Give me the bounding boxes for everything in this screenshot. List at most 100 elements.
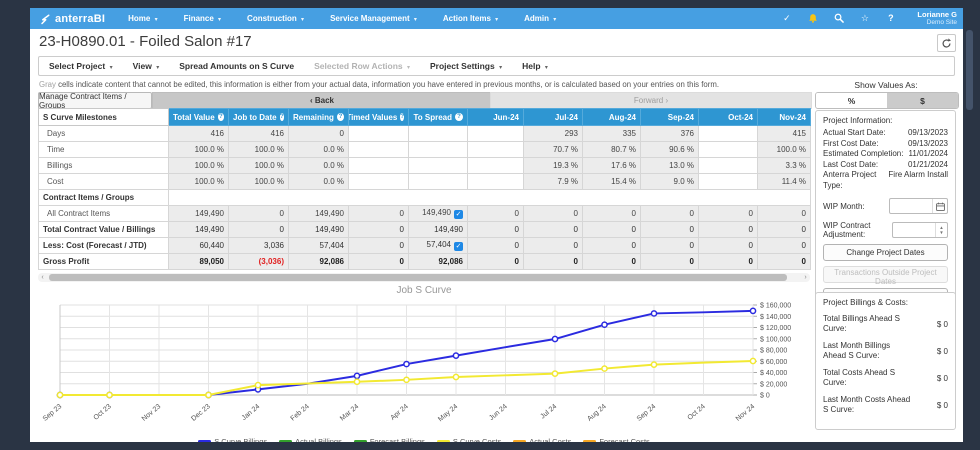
data-point-s-curve-costs[interactable] xyxy=(353,378,361,386)
scroll-left-arrow-icon[interactable]: ‹ xyxy=(38,273,47,282)
data-point-s-curve-billings[interactable] xyxy=(650,310,658,317)
cell-value: 57,404 xyxy=(319,241,344,250)
search-icon[interactable] xyxy=(833,13,844,24)
refresh-button[interactable] xyxy=(937,34,956,52)
table-cell-timed-values[interactable] xyxy=(348,125,409,142)
column-header-aug-24: Aug-24 xyxy=(582,108,641,126)
menubar-item-view[interactable]: View ▾ xyxy=(123,61,170,71)
legend-item-s-curve-costs[interactable]: S Curve Costs xyxy=(436,437,501,442)
cell-value: 0 xyxy=(514,225,519,234)
table-cell-timed-values[interactable] xyxy=(348,157,409,174)
menubar-item-project-settings[interactable]: Project Settings ▾ xyxy=(420,61,512,71)
data-point-s-curve-costs[interactable] xyxy=(551,370,559,377)
wip-adjustment-input[interactable] xyxy=(893,224,935,236)
legend-item-s-curve-billings[interactable]: S Curve Billings xyxy=(198,437,267,442)
data-point-s-curve-costs[interactable] xyxy=(452,373,460,381)
tasks-check-icon[interactable]: ✓ xyxy=(781,13,792,24)
to-spread-checkbox[interactable]: ✓ xyxy=(454,210,463,219)
user-menu[interactable]: Lorianne G Demo Site xyxy=(911,10,957,26)
data-point-s-curve-billings[interactable] xyxy=(749,307,757,315)
table-cell-timed-values[interactable] xyxy=(348,141,409,158)
cell-value: 7.9 % xyxy=(557,177,578,186)
help-circle-icon[interactable]: ? xyxy=(336,113,344,121)
table-cell-jun-24[interactable] xyxy=(467,157,524,174)
data-point-s-curve-billings[interactable] xyxy=(601,321,608,329)
menubar-item-help[interactable]: Help ▾ xyxy=(512,61,558,71)
cell-value: 149,490 xyxy=(422,208,451,217)
nav-menu-finance[interactable]: Finance ▾ xyxy=(171,14,234,23)
scrollbar-thumb[interactable] xyxy=(49,274,787,281)
percent-toggle-button[interactable]: % xyxy=(816,93,887,108)
data-point-s-curve-costs[interactable] xyxy=(56,391,64,399)
data-point-s-curve-billings[interactable] xyxy=(551,335,559,343)
scroll-right-arrow-icon[interactable]: › xyxy=(801,273,810,282)
nav-menu-service-management[interactable]: Service Management ▾ xyxy=(317,14,430,23)
data-point-s-curve-costs[interactable] xyxy=(749,357,757,365)
table-cell-oct-24[interactable] xyxy=(698,125,758,142)
data-point-s-curve-billings[interactable] xyxy=(452,352,460,359)
help-icon[interactable]: ? xyxy=(885,13,896,24)
field-value: 09/13/2023 xyxy=(907,138,948,148)
table-cell-sep-24: 0 xyxy=(640,237,699,254)
chevron-down-icon: ▾ xyxy=(553,17,557,23)
stepper-down-icon[interactable]: ▼ xyxy=(936,230,947,235)
data-point-s-curve-billings[interactable] xyxy=(353,372,361,380)
table-cell-jun-24[interactable] xyxy=(467,141,524,158)
legend-swatch xyxy=(513,440,527,442)
table-cell-job-to-date: 3,036 xyxy=(228,237,289,254)
data-point-s-curve-costs[interactable] xyxy=(106,391,113,399)
x-axis-tick-label: Sep 24 xyxy=(636,403,658,423)
help-circle-icon[interactable]: ? xyxy=(279,113,284,121)
table-cell-timed-values[interactable] xyxy=(348,173,409,190)
help-circle-icon[interactable]: ? xyxy=(217,113,224,121)
legend-item-actual-costs[interactable]: Actual Costs xyxy=(513,437,571,442)
brand-logo[interactable]: anterraBI xyxy=(30,13,115,25)
nav-menu-home[interactable]: Home ▾ xyxy=(115,14,170,23)
x-axis-tick-label: Aug 24 xyxy=(586,403,608,423)
data-point-s-curve-costs[interactable] xyxy=(601,365,608,372)
table-cell-oct-24[interactable] xyxy=(698,173,758,190)
legend-swatch xyxy=(436,440,450,442)
project-billings-costs-panel: Project Billings & Costs: Total Billings… xyxy=(815,292,956,430)
field-label: Last Cost Date: xyxy=(823,159,879,169)
data-point-s-curve-costs[interactable] xyxy=(254,381,262,389)
table-cell-to-spread[interactable] xyxy=(408,141,468,158)
table-cell-jun-24[interactable] xyxy=(467,173,524,190)
legend-item-actual-billings[interactable]: Actual Billings xyxy=(279,437,342,442)
table-cell-oct-24[interactable] xyxy=(698,157,758,174)
show-values-label: Show Values As: xyxy=(854,80,918,90)
table-cell-nov-24: 3.3 % xyxy=(757,157,811,174)
nav-menu-admin[interactable]: Admin ▾ xyxy=(511,14,569,23)
notifications-bell-icon[interactable] xyxy=(807,13,818,24)
data-point-s-curve-costs[interactable] xyxy=(650,361,658,368)
legend-item-forecast-billings[interactable]: Forecast Billings xyxy=(353,437,425,442)
menubar-item-spread-amounts-on-s-curve[interactable]: Spread Amounts on S Curve xyxy=(169,61,304,71)
table-cell-jun-24[interactable] xyxy=(467,125,524,142)
wip-month-input[interactable] xyxy=(890,200,932,212)
table-cell-to-spread[interactable] xyxy=(408,173,468,190)
help-circle-icon[interactable]: ? xyxy=(455,113,463,121)
legend-item-forecast-costs[interactable]: Forecast Costs xyxy=(583,437,650,442)
chevron-down-icon: ▾ xyxy=(495,17,499,23)
nav-menu-action-items[interactable]: Action Items ▾ xyxy=(430,14,511,23)
menubar-item-select-project[interactable]: Select Project ▾ xyxy=(39,61,123,71)
change-project-dates-button[interactable]: Change Project Dates xyxy=(823,244,948,261)
back-button[interactable]: ‹ Back xyxy=(152,92,492,109)
help-circle-icon[interactable]: ? xyxy=(400,113,404,121)
page-vertical-scrollbar-thumb[interactable] xyxy=(966,30,973,110)
column-header-label: Total Value xyxy=(173,112,215,122)
table-cell-oct-24[interactable] xyxy=(698,141,758,158)
table-horizontal-scrollbar[interactable]: ‹ › xyxy=(38,273,810,282)
table-cell-to-spread[interactable] xyxy=(408,157,468,174)
data-point-s-curve-costs[interactable] xyxy=(205,391,212,399)
data-point-s-curve-costs[interactable] xyxy=(403,376,410,384)
data-point-s-curve-billings[interactable] xyxy=(403,360,410,368)
table-cell-to-spread[interactable] xyxy=(408,125,468,142)
section-empty-cells xyxy=(168,189,811,206)
manage-contract-items-button[interactable]: Manage Contract Items / Groups xyxy=(38,92,152,110)
nav-menu-construction[interactable]: Construction ▾ xyxy=(234,14,317,23)
favorites-star-icon[interactable]: ☆ xyxy=(859,13,870,24)
to-spread-checkbox[interactable]: ✓ xyxy=(454,242,463,251)
calendar-icon[interactable] xyxy=(932,199,947,213)
dollar-toggle-button[interactable]: $ xyxy=(887,93,958,108)
